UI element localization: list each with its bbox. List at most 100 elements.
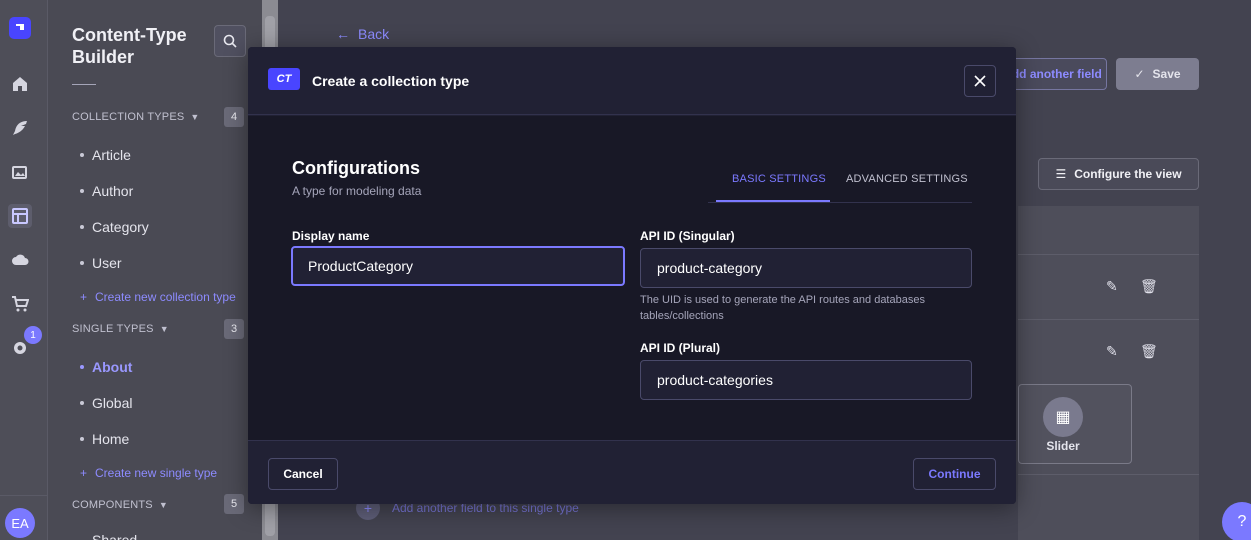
nav-item-about[interactable]: About	[80, 359, 132, 375]
caret-down-icon: ▼	[158, 500, 168, 510]
components-heading[interactable]: COMPONENTS ▼	[72, 499, 168, 511]
section-subtitle: A type for modeling data	[292, 184, 422, 198]
create-collection-type-modal: CT Create a collection type Configuratio…	[248, 47, 1016, 504]
section-title: Configurations	[292, 158, 420, 178]
save-label: Save	[1152, 67, 1181, 81]
api-singular-input[interactable]: product-category	[640, 248, 972, 288]
active-tab-indicator	[716, 200, 830, 202]
slider-component-card[interactable]: ▦ Slider	[1018, 384, 1132, 464]
home-icon[interactable]	[8, 72, 32, 96]
caret-down-icon: ▼	[159, 324, 169, 334]
title-divider	[72, 84, 96, 85]
question-icon: ?	[1237, 513, 1247, 530]
nav-item-label: Author	[92, 183, 134, 199]
collection-types-heading[interactable]: COLLECTION TYPES ▼	[72, 111, 200, 123]
collection-types-count: 4	[224, 107, 244, 127]
pencil-icon[interactable]: ✎	[1106, 343, 1118, 360]
content-type-builder-icon[interactable]	[8, 204, 32, 228]
pencil-icon[interactable]: ✎	[1106, 278, 1118, 295]
modal-title: Create a collection type	[312, 73, 470, 89]
strapi-logo-icon[interactable]	[9, 17, 31, 39]
create-single-type-label: Create new single type	[95, 466, 218, 480]
subnav-title: Content-Type Builder	[72, 25, 187, 67]
create-single-type-link[interactable]: + Create new single type	[80, 466, 217, 480]
tabs-divider	[708, 202, 972, 203]
single-types-label: SINGLE TYPES	[72, 323, 154, 335]
collection-types-label: COLLECTION TYPES	[72, 111, 185, 123]
bullet	[80, 261, 84, 265]
api-singular-label: API ID (Singular)	[640, 229, 735, 243]
settings-notification-badge: 1	[24, 326, 42, 344]
create-collection-type-link[interactable]: + Create new collection type	[80, 290, 236, 304]
modal-footer: Cancel Continue	[248, 440, 1016, 504]
cart-icon[interactable]	[8, 292, 32, 316]
plus-icon: +	[80, 466, 88, 480]
single-types-heading[interactable]: SINGLE TYPES ▼	[72, 323, 169, 335]
nav-item-label: User	[92, 255, 122, 271]
nav-item-label: Global	[92, 395, 133, 411]
caret-down-icon: ▼	[190, 112, 200, 122]
nav-item-label: Category	[92, 219, 149, 235]
continue-button[interactable]: Continue	[913, 458, 996, 490]
cloud-icon[interactable]	[8, 248, 32, 272]
nav-item-label: About	[92, 359, 133, 375]
feather-icon[interactable]	[8, 116, 32, 140]
bullet	[80, 225, 84, 229]
bullet	[80, 189, 84, 193]
display-name-label: Display name	[292, 229, 370, 243]
trash-icon[interactable]: 🗑	[1140, 343, 1158, 360]
nav-item-label: Home	[92, 431, 130, 447]
bullet	[80, 437, 84, 441]
create-collection-type-label: Create new collection type	[95, 290, 236, 304]
trash-icon[interactable]: 🗑	[1140, 278, 1158, 295]
search-button[interactable]	[214, 25, 246, 57]
components-count: 5	[224, 494, 244, 514]
display-name-input[interactable]: ProductCategory	[291, 246, 625, 286]
modal-header: CT Create a collection type	[248, 47, 1016, 115]
row-divider	[1018, 474, 1199, 475]
add-field-label: Add another field	[1003, 67, 1102, 81]
back-label: Back	[358, 26, 390, 42]
row-divider	[1018, 319, 1199, 320]
nav-item-user[interactable]: User	[80, 255, 122, 271]
nav-item-label: Shared	[92, 532, 138, 540]
bullet	[80, 153, 84, 157]
plus-icon: +	[80, 290, 88, 304]
bullet	[80, 401, 84, 405]
api-singular-hint: The UID is used to generate the API rout…	[640, 294, 925, 322]
close-icon	[974, 75, 986, 87]
grid-icon: ▦	[1043, 397, 1083, 437]
tab-basic-settings[interactable]: BASIC SETTINGS	[732, 173, 826, 185]
rail-divider	[0, 495, 48, 496]
nav-item-category[interactable]: Category	[80, 219, 149, 235]
content-type-builder-subnav: Content-Type Builder COLLECTION TYPES ▼ …	[48, 0, 262, 540]
list-settings-icon: ☰	[1055, 167, 1067, 181]
modal-body: Configurations A type for modeling data …	[248, 116, 1016, 440]
back-link[interactable]: ← Back	[336, 26, 389, 42]
close-button[interactable]	[964, 65, 996, 97]
check-icon: ✓	[1134, 67, 1145, 81]
main-nav-rail: 1 EA	[0, 0, 48, 540]
avatar[interactable]: EA	[5, 508, 35, 538]
single-types-count: 3	[224, 319, 244, 339]
configure-view-label: Configure the view	[1074, 167, 1182, 181]
nav-item-label: Article	[92, 147, 131, 163]
nav-item-author[interactable]: Author	[80, 183, 133, 199]
ct-badge: CT	[268, 68, 300, 90]
components-label: COMPONENTS	[72, 499, 153, 511]
api-plural-input[interactable]: product-categories	[640, 360, 972, 400]
configure-view-button[interactable]: ☰ Configure the view	[1038, 158, 1199, 190]
bullet	[80, 365, 84, 369]
help-button[interactable]: ?	[1222, 502, 1251, 540]
arrow-left-icon: ←	[336, 26, 350, 42]
cancel-button[interactable]: Cancel	[268, 458, 338, 490]
api-plural-label: API ID (Plural)	[640, 341, 721, 355]
media-library-icon[interactable]	[8, 160, 32, 184]
nav-item-global[interactable]: Global	[80, 395, 132, 411]
nav-item-shared[interactable]: Shared	[92, 532, 137, 540]
save-button[interactable]: ✓ Save	[1116, 58, 1199, 90]
nav-item-home[interactable]: Home	[80, 431, 129, 447]
nav-item-article[interactable]: Article	[80, 147, 131, 163]
tab-advanced-settings[interactable]: ADVANCED SETTINGS	[846, 173, 968, 185]
fields-table: ✎ 🗑 ✎ 🗑	[1018, 206, 1199, 540]
